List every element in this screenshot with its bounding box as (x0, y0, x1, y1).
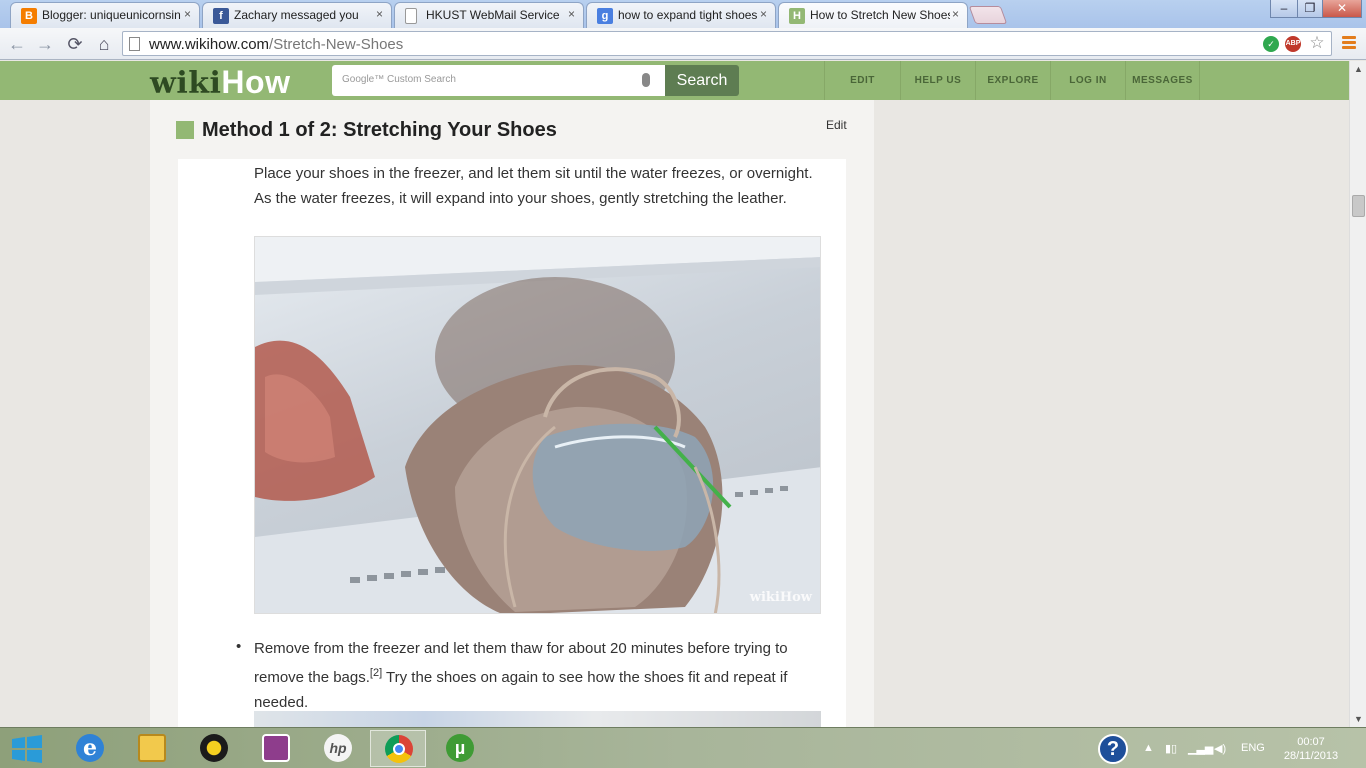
tab-wikihow[interactable]: H How to Stretch New Shoes × (778, 2, 968, 29)
search-placeholder: Google™ Custom Search (342, 74, 456, 85)
new-tab-button[interactable] (968, 6, 1008, 24)
network-icon[interactable]: ▮▯ (1165, 742, 1177, 755)
tab-strip: B Blogger: uniqueunicornsin × f Zachary … (0, 0, 1366, 29)
windows-taskbar: e hp µ ? ▲ ▮▯ ▁▃▅ ◀) ENG 00:07 28/11/201… (0, 727, 1366, 768)
windows-start-icon[interactable] (0, 730, 56, 767)
edit-section-link[interactable]: Edit (826, 118, 847, 132)
right-sidebar (874, 100, 1349, 727)
url-text[interactable]: www.wikihow.com/Stretch-New-Shoes (149, 36, 403, 53)
chrome-menu-icon[interactable] (1342, 36, 1356, 50)
nav-help-us[interactable]: HELP US (900, 61, 975, 100)
chrome-icon[interactable] (370, 730, 426, 767)
address-bar[interactable]: www.wikihow.com/Stretch-New-Shoes ✓ ABP … (122, 31, 1332, 56)
tab-google[interactable]: g how to expand tight shoes × (586, 2, 776, 28)
site-header: wikiHow Google™ Custom Search Search EDI… (0, 61, 1349, 101)
signal-icon[interactable]: ▁▃▅ (1188, 742, 1213, 755)
file-explorer-icon[interactable] (124, 730, 180, 767)
facebook-icon: f (213, 8, 229, 24)
volume-icon[interactable]: ◀) (1214, 742, 1226, 755)
vertical-scrollbar[interactable]: ▲ ▼ (1349, 61, 1366, 727)
article-content: Method 1 of 2: Stretching Your Shoes Edi… (150, 100, 874, 741)
tab-title: Blogger: uniqueunicornsin (42, 8, 181, 22)
google-icon: g (597, 8, 613, 24)
scroll-up-icon[interactable]: ▲ (1350, 61, 1366, 77)
search-input[interactable]: Google™ Custom Search (332, 65, 666, 96)
tab-facebook[interactable]: f Zachary messaged you × (202, 2, 392, 28)
clock[interactable]: 00:07 28/11/2013 (1280, 735, 1342, 763)
tab-title: HKUST WebMail Service (426, 8, 560, 22)
bullet-text: Remove from the freezer and let them tha… (254, 640, 788, 711)
shoe-in-freezer-illustration (255, 237, 820, 613)
adblock-icon[interactable]: ABP (1285, 36, 1301, 52)
method-title: Method 1 of 2: Stretching Your Shoes (202, 119, 557, 141)
page-icon (405, 8, 417, 24)
method-square-icon (176, 121, 194, 139)
help-icon[interactable]: ? (1098, 734, 1128, 764)
internet-explorer-icon[interactable]: e (62, 730, 118, 767)
tab-webmail[interactable]: HKUST WebMail Service × (394, 2, 584, 28)
citation-link[interactable]: [2] (370, 667, 382, 679)
blogger-icon: B (21, 8, 37, 24)
step-text: Place your shoes in the freezer, and let… (254, 165, 813, 207)
close-icon[interactable]: × (376, 7, 383, 21)
check-icon[interactable]: ✓ (1263, 36, 1279, 52)
microphone-icon[interactable] (642, 73, 650, 87)
scroll-down-icon[interactable]: ▼ (1350, 711, 1366, 727)
clock-time: 00:07 (1297, 736, 1325, 748)
close-icon[interactable]: × (760, 7, 767, 21)
tab-title: Zachary messaged you (234, 8, 359, 22)
tab-title: How to Stretch New Shoes (810, 8, 950, 22)
search-button[interactable]: Search (665, 65, 739, 96)
star-icon[interactable]: ☆ (1309, 34, 1325, 52)
nav-messages[interactable]: MESSAGES (1125, 61, 1200, 100)
remote-app-icon[interactable] (248, 730, 304, 767)
tab-title: how to expand tight shoes (618, 8, 758, 22)
maximize-button[interactable]: ❐ (1297, 0, 1323, 18)
scrollbar-thumb[interactable] (1352, 195, 1365, 217)
forward-button[interactable]: → (34, 33, 56, 55)
nav-edit[interactable]: EDIT (824, 61, 900, 100)
wikihow-logo[interactable]: wikiHow (150, 64, 290, 101)
browser-toolbar: ← → ⟳ ⌂ www.wikihow.com/Stretch-New-Shoe… (0, 28, 1366, 60)
bullet-icon: • (236, 638, 242, 655)
close-icon[interactable]: × (568, 7, 575, 21)
minimize-button[interactable]: – (1270, 0, 1298, 18)
utorrent-icon[interactable]: µ (432, 730, 488, 767)
hp-icon[interactable]: hp (310, 730, 366, 767)
close-window-button[interactable]: ✕ (1322, 0, 1362, 18)
show-hidden-icons-icon[interactable]: ▲ (1143, 742, 1154, 754)
media-player-icon[interactable] (186, 730, 242, 767)
tab-blogger[interactable]: B Blogger: uniqueunicornsin × (10, 2, 200, 28)
nav-explore[interactable]: EXPLORE (975, 61, 1050, 100)
step-card: Place your shoes in the freezer, and let… (178, 159, 846, 741)
close-icon[interactable]: × (952, 7, 959, 21)
step-photo[interactable]: wikiHow (254, 236, 821, 614)
close-icon[interactable]: × (184, 7, 191, 21)
nav-log-in[interactable]: LOG IN (1050, 61, 1125, 100)
wikihow-icon: H (789, 8, 805, 24)
page-icon (129, 37, 140, 51)
language-indicator[interactable]: ENG (1241, 742, 1265, 754)
back-button[interactable]: ← (6, 33, 28, 55)
home-button[interactable]: ⌂ (93, 33, 115, 55)
wikihow-watermark: wikiHow (749, 590, 812, 605)
clock-date: 28/11/2013 (1283, 750, 1339, 762)
reload-button[interactable]: ⟳ (64, 33, 86, 55)
